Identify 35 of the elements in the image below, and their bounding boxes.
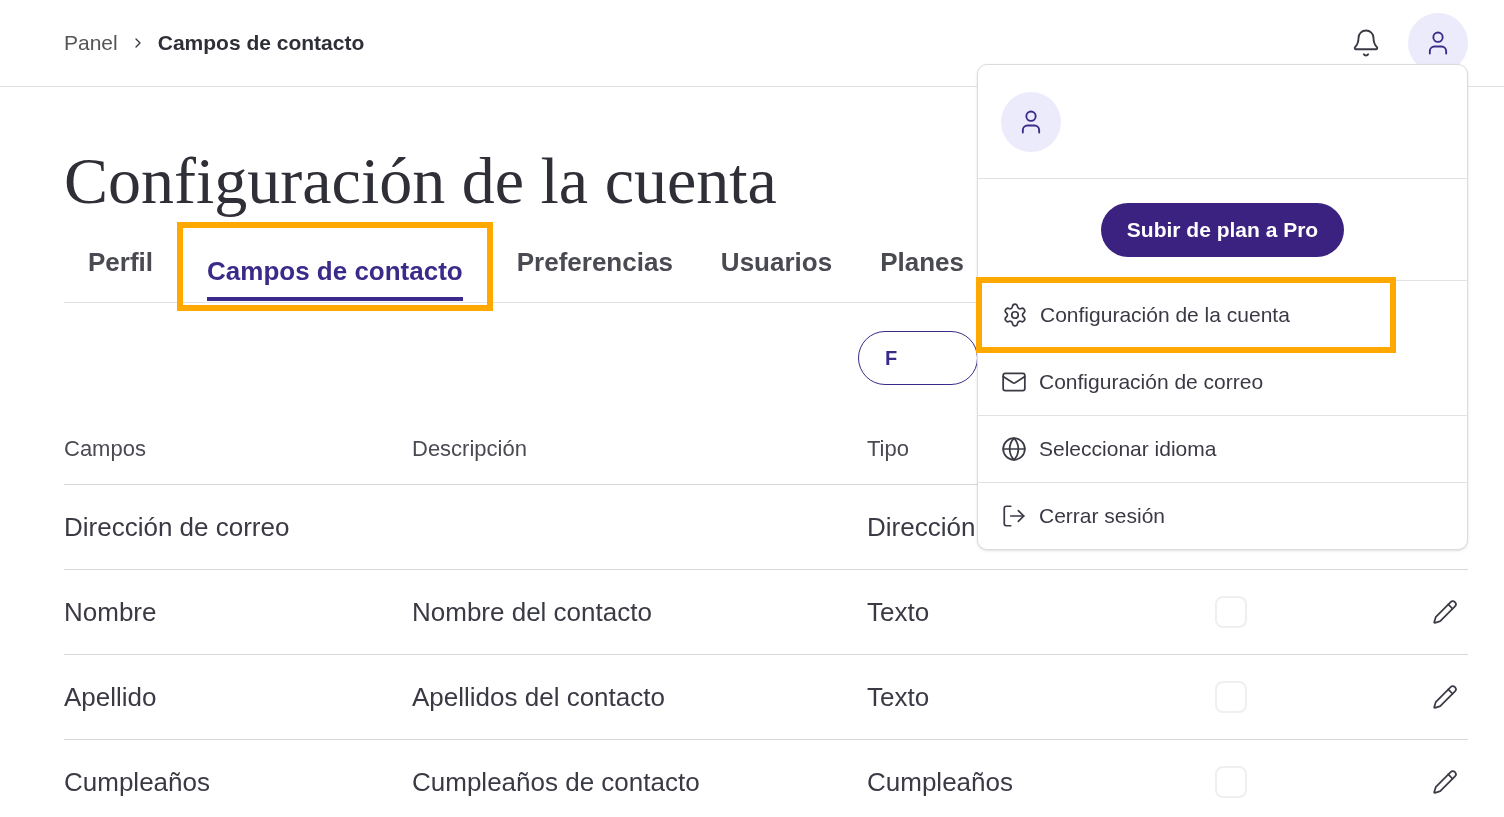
tab[interactable]: Perfil (88, 243, 154, 292)
breadcrumb-link[interactable]: Panel (64, 27, 118, 59)
table-cell-text: Nombre (64, 595, 158, 629)
table-cell: Cumpleaños de contacto (412, 766, 700, 797)
table-cell-text: Cumpleaños (64, 765, 211, 799)
settings-icon (1002, 302, 1028, 328)
column-header: Tipo (867, 435, 909, 463)
table-cell: Texto (867, 681, 930, 712)
edit-button[interactable] (1432, 769, 1458, 795)
menu-item[interactable]: Configuración de la cuenta (982, 283, 1390, 347)
table-cell: Texto (867, 596, 930, 627)
page-title: Configuración de la cuenta (64, 145, 778, 217)
table-cell-text: Apellido (64, 680, 158, 714)
menu-item[interactable]: Configuración de correo (978, 349, 1467, 415)
edit-button[interactable] (1432, 684, 1458, 710)
table-cell: Nombre del contacto (412, 596, 652, 627)
tab[interactable]: Preferencias (516, 243, 673, 292)
table-cell-text: Dirección de correo (64, 510, 291, 544)
tab[interactable]: Usuarios (720, 243, 833, 292)
tab[interactable]: Campos de contacto (207, 252, 463, 301)
breadcrumb-current: Campos de contacto (157, 30, 365, 57)
upgrade-button[interactable]: Subir de plan a Pro (1100, 202, 1345, 257)
bell-icon (1351, 28, 1381, 58)
menu-item[interactable]: Cerrar sesión (978, 483, 1467, 549)
envelope-icon (1001, 369, 1027, 395)
table-cell: Cumpleaños (867, 766, 1013, 797)
column-header: Campos (64, 435, 147, 463)
column-header: Descripción (412, 435, 528, 463)
table-cell: Dirección (867, 511, 976, 542)
logout-icon (1001, 503, 1027, 529)
globe-icon (1001, 436, 1027, 462)
tab[interactable]: Planes (880, 243, 964, 292)
menu-item[interactable]: Seleccionar idioma (978, 416, 1467, 482)
table-cell: Apellidos del contacto (412, 681, 665, 712)
edit-button[interactable] (1432, 599, 1458, 625)
